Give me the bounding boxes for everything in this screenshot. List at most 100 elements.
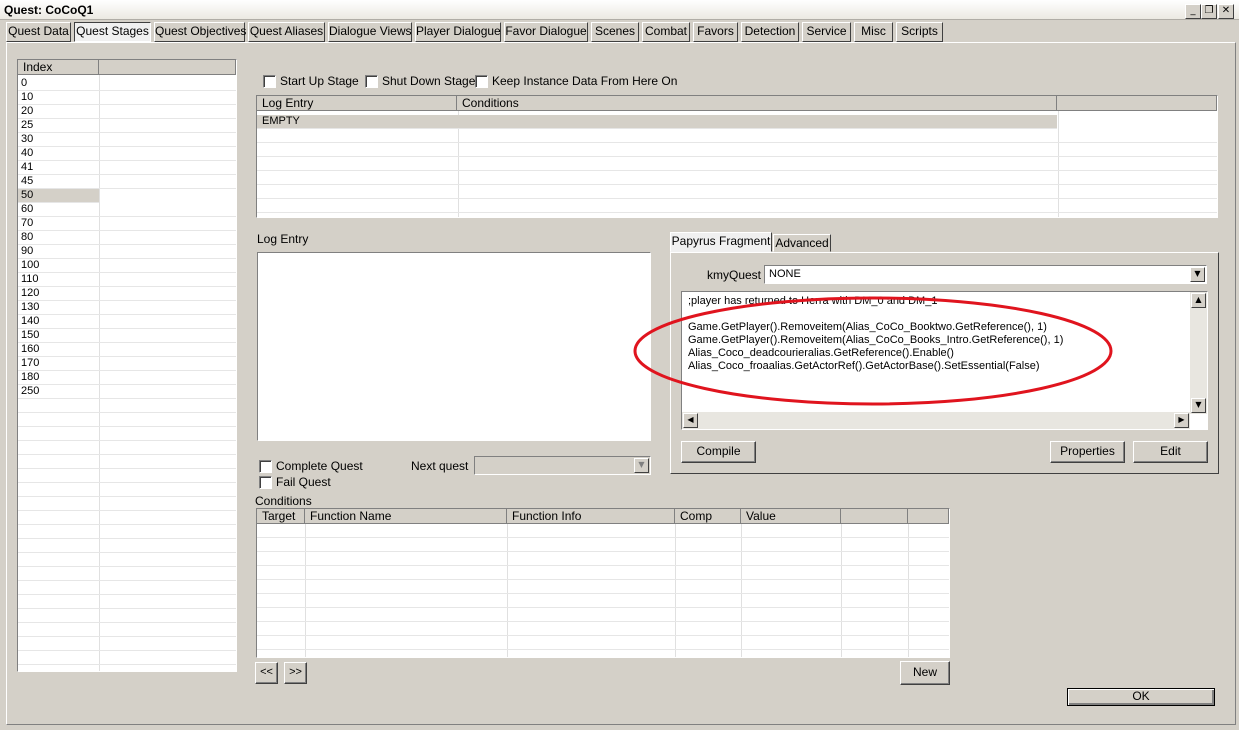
tab-misc[interactable]: Misc [854, 22, 893, 42]
function-name-column-header[interactable]: Function Name [305, 509, 507, 524]
list-item [18, 567, 236, 581]
scroll-left-icon[interactable]: ◀ [683, 413, 698, 428]
log-entry-textarea[interactable] [257, 252, 651, 441]
ok-button[interactable]: OK [1067, 688, 1215, 706]
tab-service[interactable]: Service [802, 22, 851, 42]
list-item[interactable]: 100 [18, 259, 236, 273]
tab-advanced[interactable]: Advanced [773, 234, 831, 252]
list-item[interactable]: 41 [18, 161, 236, 175]
comp-column-header[interactable]: Comp [675, 509, 741, 524]
close-icon[interactable]: ✕ [1218, 4, 1234, 19]
tab-scripts[interactable]: Scripts [896, 22, 943, 42]
vertical-scrollbar[interactable]: ▲ ▼ [1190, 292, 1207, 414]
compile-button[interactable]: Compile [681, 441, 756, 463]
tab-scenes[interactable]: Scenes [591, 22, 639, 42]
stage-index-label: 60 [21, 203, 34, 215]
kmyquest-select[interactable]: NONE ▼ [764, 265, 1207, 284]
stage-index-list[interactable]: Index 0 10 20 25 30 40 41 45 50 60 70 80 90 100 110 120… [17, 59, 237, 672]
stage-index-label: 170 [21, 357, 40, 369]
list-item[interactable]: 110 [18, 273, 236, 287]
list-item[interactable]: 60 [18, 203, 236, 217]
tab-player-dialogue[interactable]: Player Dialogue [415, 22, 501, 42]
properties-button[interactable]: Properties [1050, 441, 1125, 463]
list-item[interactable]: 140 [18, 315, 236, 329]
chevron-down-icon[interactable]: ▼ [1190, 267, 1205, 282]
stage-index-label: 130 [21, 301, 40, 313]
next-quest-label: Next quest [411, 459, 469, 473]
next-quest-select[interactable]: ▼ [474, 456, 651, 475]
tab-quest-objectives[interactable]: Quest Objectives [154, 22, 246, 42]
new-condition-button[interactable]: New [900, 661, 950, 685]
next-button[interactable]: >> [284, 662, 307, 684]
restore-icon[interactable]: ❐ [1201, 4, 1217, 19]
stage-index-label: 160 [21, 343, 40, 355]
list-item[interactable]: 160 [18, 343, 236, 357]
chevron-down-icon[interactable]: ▼ [634, 458, 649, 473]
list-item[interactable]: 90 [18, 245, 236, 259]
index-column-header-blank[interactable] [99, 60, 236, 75]
annotation-ellipse [633, 296, 1113, 406]
edit-button[interactable]: Edit [1133, 441, 1208, 463]
stage-index-label: 150 [21, 329, 40, 341]
log-entry-table[interactable]: Log Entry Conditions EMPTY [256, 95, 1218, 218]
start-up-stage-checkbox[interactable] [263, 75, 276, 88]
list-item [18, 637, 236, 651]
list-item[interactable]: 150 [18, 329, 236, 343]
list-item[interactable]: 80 [18, 231, 236, 245]
list-item[interactable]: 170 [18, 357, 236, 371]
list-item [18, 399, 236, 413]
list-item[interactable]: 180 [18, 371, 236, 385]
conditions-label: Conditions [255, 494, 312, 508]
tab-quest-aliases[interactable]: Quest Aliases [248, 22, 325, 42]
minimize-icon[interactable]: _ [1185, 4, 1201, 19]
scroll-right-icon[interactable]: ▶ [1174, 413, 1189, 428]
tab-quest-stages[interactable]: Quest Stages [74, 22, 151, 42]
list-item[interactable]: 70 [18, 217, 236, 231]
list-item [18, 413, 236, 427]
complete-quest-checkbox[interactable] [259, 460, 272, 473]
list-item[interactable]: 120 [18, 287, 236, 301]
list-item[interactable]: 25 [18, 119, 236, 133]
target-column-header[interactable]: Target [257, 509, 305, 524]
list-item [18, 427, 236, 441]
list-item[interactable]: 10 [18, 91, 236, 105]
list-item[interactable]: 0 [18, 77, 236, 91]
list-item[interactable]: 30 [18, 133, 236, 147]
list-item [18, 623, 236, 637]
scroll-down-icon[interactable]: ▼ [1191, 398, 1206, 413]
list-item [18, 469, 236, 483]
blank-column-header[interactable] [908, 509, 949, 524]
stage-index-label: 80 [21, 231, 34, 243]
tab-dialogue-views[interactable]: Dialogue Views [328, 22, 412, 42]
blank-column-header[interactable] [1057, 96, 1217, 111]
tab-detection[interactable]: Detection [741, 22, 799, 42]
fail-quest-checkbox[interactable] [259, 476, 272, 489]
list-item[interactable]: 45 [18, 175, 236, 189]
tab-favors[interactable]: Favors [693, 22, 738, 42]
table-row[interactable]: EMPTY [257, 115, 1057, 129]
function-info-column-header[interactable]: Function Info [507, 509, 675, 524]
scroll-up-icon[interactable]: ▲ [1191, 293, 1206, 308]
keep-instance-data-checkbox[interactable] [475, 75, 488, 88]
list-item [18, 441, 236, 455]
stage-index-label: 120 [21, 287, 40, 299]
tab-favor-dialogue[interactable]: Favor Dialogue [504, 22, 588, 42]
log-entry-column-header[interactable]: Log Entry [257, 96, 457, 111]
shut-down-stage-checkbox[interactable] [365, 75, 378, 88]
conditions-column-header[interactable]: Conditions [457, 96, 1057, 111]
list-item[interactable]: 40 [18, 147, 236, 161]
stage-index-label: 140 [21, 315, 40, 327]
tab-papyrus-fragment[interactable]: Papyrus Fragment [670, 232, 772, 252]
stage-index-label: 10 [21, 91, 34, 103]
blank-column-header[interactable] [841, 509, 908, 524]
list-item[interactable]: 20 [18, 105, 236, 119]
conditions-table[interactable]: Target Function Name Function Info Comp … [256, 508, 950, 658]
list-item[interactable]: 250 [18, 385, 236, 399]
tab-quest-data[interactable]: Quest Data [6, 22, 71, 42]
index-column-header[interactable]: Index [18, 60, 99, 75]
list-item[interactable]: 50 [18, 189, 99, 203]
list-item[interactable]: 130 [18, 301, 236, 315]
value-column-header[interactable]: Value [741, 509, 841, 524]
tab-combat[interactable]: Combat [642, 22, 690, 42]
previous-button[interactable]: << [255, 662, 278, 684]
